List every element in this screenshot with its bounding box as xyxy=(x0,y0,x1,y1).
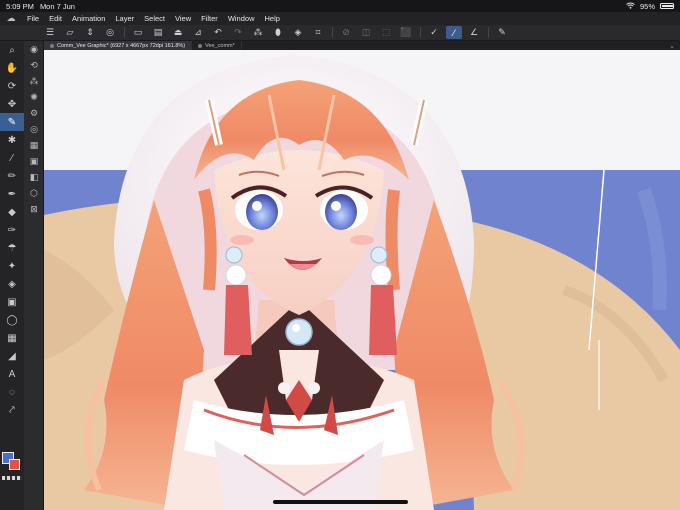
correct-line-icon[interactable]: ⤤ xyxy=(0,401,24,419)
undo-icon[interactable]: ↶ xyxy=(210,26,226,39)
hand-icon[interactable]: ✋ xyxy=(0,59,24,77)
quick-access-icon[interactable]: ◉ xyxy=(24,41,44,57)
fill-icon[interactable]: ◈ xyxy=(0,275,24,293)
crop-icon[interactable]: ⌗ xyxy=(310,26,326,39)
drawing-canvas[interactable] xyxy=(44,50,680,510)
sparkle-icon[interactable]: ✦ xyxy=(0,257,24,275)
tab-menu-chevron-icon[interactable]: ⌄ xyxy=(669,41,680,50)
save-icon[interactable]: ▤ xyxy=(150,26,166,39)
battery-fill xyxy=(662,5,674,7)
menu-bar: ☁ File Edit Animation Layer Select View … xyxy=(0,12,680,25)
menu-select[interactable]: Select xyxy=(139,14,170,23)
layer-icon[interactable]: ◧ xyxy=(24,169,44,185)
rotate-icon[interactable]: ⟳ xyxy=(0,77,24,95)
battery-percent: 95% xyxy=(639,1,655,11)
tool-property-icon[interactable]: ⚙ xyxy=(24,105,44,121)
menu-edit[interactable]: Edit xyxy=(44,14,67,23)
command-bar-left: ◉ ⟲ ⁂ ✺ ⚙ ◎ ▦ ▣ ◧ ⬡ ⊠ xyxy=(24,41,44,510)
pen-stabilize-icon[interactable]: ✓ xyxy=(426,26,442,39)
shape-icon[interactable]: ◯ xyxy=(0,311,24,329)
move-icon[interactable]: ✥ xyxy=(0,95,24,113)
brush-size-icon[interactable]: ⁂ xyxy=(24,73,44,89)
redo-icon[interactable]: ↷ xyxy=(230,26,246,39)
canvas-icon[interactable]: ⏏ xyxy=(170,26,186,39)
settings-icon[interactable]: ✎ xyxy=(494,26,510,39)
tool-palette: ⌕ ✋ ⟳ ✥ ✎ ✱ ⁄ ✏ ✒ ◆ ✑ ☂ ✦ ◈ ▣ ◯ ▦ ◢ A ◌ … xyxy=(0,41,24,510)
pen-line-icon[interactable]: ∠ xyxy=(466,26,482,39)
menu-file[interactable]: File xyxy=(22,14,44,23)
pen-pressure-icon[interactable]: ⁄ xyxy=(446,26,462,39)
menu-filter[interactable]: Filter xyxy=(196,14,223,23)
transparent-color-toggle[interactable] xyxy=(2,476,22,480)
select-icon[interactable]: ⁂ xyxy=(250,26,266,39)
new-file-icon[interactable]: ▱ xyxy=(62,26,78,39)
artwork-illustration xyxy=(44,50,680,510)
gradient-icon[interactable]: ▣ xyxy=(0,293,24,311)
selection-off-icon[interactable]: ⊘ xyxy=(338,26,354,39)
menu-animation[interactable]: Animation xyxy=(67,14,110,23)
clear-icon[interactable]: ⬮ xyxy=(270,26,286,39)
navigator-icon[interactable]: ⬡ xyxy=(24,185,44,201)
color-wheel-icon[interactable]: ◎ xyxy=(24,121,44,137)
clip-studio-icon[interactable]: ☁ xyxy=(0,13,22,24)
transform-icon[interactable]: ◈ xyxy=(290,26,306,39)
close-tab-icon[interactable] xyxy=(198,43,203,48)
toolbar-divider xyxy=(332,27,333,38)
magic-wand-icon[interactable]: ✱ xyxy=(0,131,24,149)
tab-label: Comm_Vee Graphic* (6927 x 4667px 72dpi 1… xyxy=(57,42,186,49)
settings-icon[interactable]: ⬚ xyxy=(378,26,394,39)
brush-icon[interactable]: ✒ xyxy=(0,185,24,203)
toolbar-divider xyxy=(420,27,421,38)
ink-icon[interactable]: ✑ xyxy=(0,221,24,239)
toolbar-divider xyxy=(488,27,489,38)
eraser-icon[interactable]: ◆ xyxy=(0,203,24,221)
eyedropper-icon[interactable]: ⁄ xyxy=(0,149,24,167)
tab-label: Vee_comm* xyxy=(205,42,235,49)
sub-color-swatch[interactable] xyxy=(9,459,20,470)
pencil-icon[interactable]: ✏ xyxy=(0,167,24,185)
home-indicator xyxy=(273,500,408,504)
tab-comm-vee-graphic[interactable]: Comm_Vee Graphic* (6927 x 4667px 72dpi 1… xyxy=(44,41,193,50)
frame-icon[interactable]: ▦ xyxy=(0,329,24,347)
menu-window[interactable]: Window xyxy=(223,14,260,23)
sub-tool-icon[interactable]: ✺ xyxy=(24,89,44,105)
toolbar-divider xyxy=(124,27,125,38)
color-set-icon[interactable]: ▦ xyxy=(24,137,44,153)
wifi-icon xyxy=(626,2,635,11)
blend-icon[interactable]: ☂ xyxy=(0,239,24,257)
menu-help[interactable]: Help xyxy=(260,14,285,23)
crop-icon[interactable]: ⬛ xyxy=(398,26,414,39)
battery-icon xyxy=(660,3,674,9)
tab-vee-comm[interactable]: Vee_comm* xyxy=(192,41,242,50)
menu-layer[interactable]: Layer xyxy=(110,14,139,23)
status-date: Mon 7 Jun xyxy=(39,1,75,11)
ruler-icon[interactable]: ◢ xyxy=(0,347,24,365)
color-swatches xyxy=(2,452,22,472)
document-tabs: Comm_Vee Graphic* (6927 x 4667px 72dpi 1… xyxy=(44,41,680,50)
command-toolbar: ☰ ▱ ⇕ ◎ ▭ ▤ ⏏ ⊿ ↶ ↷ ⁂ ⬮ ◈ ⌗ ⊘ ◫ ⬚ ⬛ ✓ ⁄ … xyxy=(0,25,680,41)
fill-icon[interactable]: ⊿ xyxy=(190,26,206,39)
layer-property-icon[interactable]: ▣ xyxy=(24,153,44,169)
stepper-icon[interactable]: ⇕ xyxy=(82,26,98,39)
pen-icon[interactable]: ✎ xyxy=(0,113,24,131)
invert-icon[interactable]: ◫ xyxy=(358,26,374,39)
material-icon[interactable]: ⊠ xyxy=(24,201,44,217)
balloon-icon[interactable]: ◌ xyxy=(0,383,24,401)
lasso-icon[interactable]: ⟲ xyxy=(24,57,44,73)
menu-view[interactable]: View xyxy=(170,14,196,23)
open-folder-icon[interactable]: ▭ xyxy=(130,26,146,39)
hamburger-menu-icon[interactable]: ☰ xyxy=(42,26,58,39)
close-tab-icon[interactable] xyxy=(50,43,54,48)
text-icon[interactable]: A xyxy=(0,365,24,383)
status-bar: 5:09 PM Mon 7 Jun 95% xyxy=(0,0,680,12)
zoom-icon[interactable]: ⌕ xyxy=(0,41,24,59)
quick-access-icon[interactable]: ◎ xyxy=(102,26,118,39)
status-time: 5:09 PM xyxy=(6,1,34,11)
